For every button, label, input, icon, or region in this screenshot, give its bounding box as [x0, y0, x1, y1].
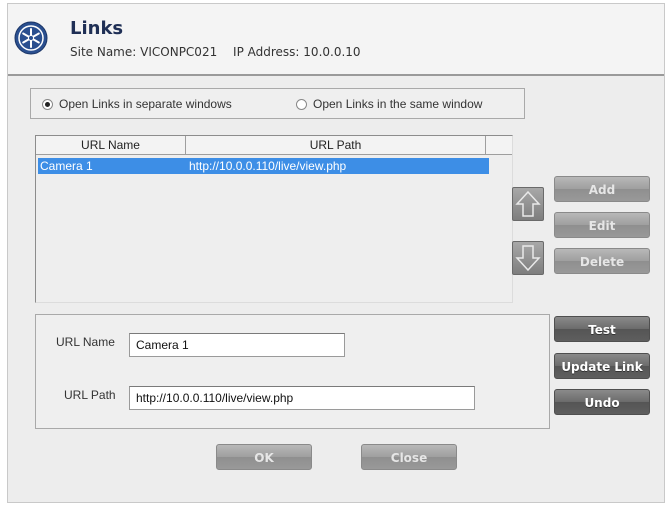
link-edit-group: URL Name Camera 1 URL Path http://10.0.0… [35, 314, 550, 429]
list-item-path: http://10.0.0.110/live/view.php [189, 159, 347, 173]
add-button[interactable]: Add [554, 176, 650, 202]
url-name-field[interactable]: Camera 1 [129, 333, 345, 357]
dialog-header: Links Site Name: VICONPC021 IP Address: … [8, 4, 664, 76]
link-open-mode-group: Open Links in separate windows Open Link… [30, 88, 525, 119]
page-title: Links [70, 18, 124, 39]
ok-button[interactable]: OK [216, 444, 312, 470]
radio-indicator[interactable] [42, 98, 53, 110]
ip-address-value: 10.0.0.10 [303, 45, 361, 59]
column-header-url-path[interactable]: URL Path [186, 136, 486, 155]
list-header: URL Name URL Path [36, 136, 512, 155]
update-link-button[interactable]: Update Link [554, 353, 650, 379]
move-down-button[interactable] [512, 241, 544, 275]
column-header-url-name[interactable]: URL Name [36, 136, 186, 155]
undo-button[interactable]: Undo [554, 389, 650, 415]
list-item-name: Camera 1 [40, 159, 93, 173]
test-button[interactable]: Test [554, 316, 650, 342]
arrow-down-icon [515, 245, 541, 272]
url-path-label: URL Path [64, 388, 116, 402]
radio-separate-windows[interactable]: Open Links in separate windows [42, 97, 232, 111]
url-name-label: URL Name [56, 335, 115, 349]
site-name-value: VICONPC021 [140, 45, 218, 59]
move-up-button[interactable] [512, 187, 544, 221]
radio-same-window[interactable]: Open Links in the same window [296, 97, 482, 111]
radio-indicator[interactable] [296, 98, 307, 110]
edit-button[interactable]: Edit [554, 212, 650, 238]
links-list[interactable]: URL Name URL Path Camera 1 http://10.0.0… [35, 135, 513, 303]
delete-button[interactable]: Delete [554, 248, 650, 274]
site-info: Site Name: VICONPC021 IP Address: 10.0.0… [70, 45, 361, 59]
list-item[interactable]: Camera 1 http://10.0.0.110/live/view.php [38, 158, 489, 174]
site-name-label: Site Name: [70, 45, 137, 59]
column-header-filler [486, 136, 512, 155]
links-dialog: Links Site Name: VICONPC021 IP Address: … [7, 3, 665, 503]
ip-address-label: IP Address: [233, 45, 300, 59]
url-path-field[interactable]: http://10.0.0.110/live/view.php [129, 386, 475, 410]
close-button[interactable]: Close [361, 444, 457, 470]
snowflake-logo-icon [14, 21, 48, 55]
radio-same-window-label: Open Links in the same window [313, 97, 483, 111]
arrow-up-icon [515, 190, 541, 217]
radio-separate-windows-label: Open Links in separate windows [59, 97, 232, 111]
